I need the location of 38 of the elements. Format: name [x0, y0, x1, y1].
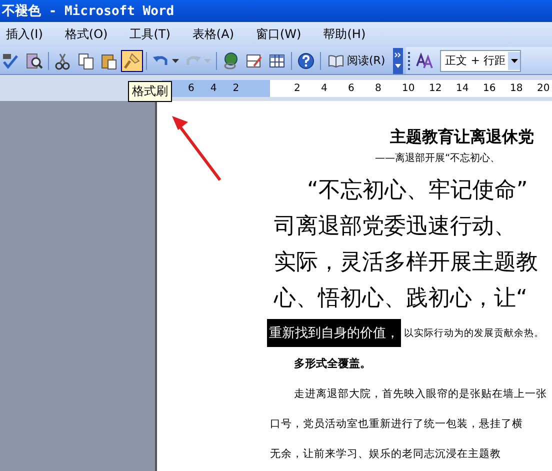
paste-icon: [100, 52, 118, 70]
caret-icon: [204, 58, 211, 62]
section-heading: 多形式全覆盖。: [293, 356, 372, 372]
help-icon: [297, 52, 315, 70]
format-painter-button[interactable]: [121, 50, 143, 72]
cut-icon: [54, 52, 72, 70]
format-painter-icon: [123, 52, 141, 70]
selected-text: 重新找到自身的价值，: [267, 319, 401, 347]
toolbar-grip-icon[interactable]: [408, 52, 412, 70]
menu-item[interactable]: 帮助(H): [323, 26, 366, 43]
table-icon: [268, 52, 286, 70]
research-icon: [25, 52, 43, 70]
body-text: 走进离退部大院，首先映入眼帘的是张贴在墙上一张: [293, 387, 548, 402]
body-text: 司离退部党委迅速行动、: [273, 213, 517, 241]
body-text: 以实际行动为的发展贡献余热。: [404, 326, 544, 340]
style-dropdown[interactable]: 正文 + 行距: [440, 50, 522, 72]
hyperlink-icon: [222, 52, 240, 70]
body-text: 无余，让前来学习、娱乐的老同志沉浸在主题教: [270, 447, 502, 462]
reading-button[interactable]: 阅读(R): [324, 50, 390, 72]
spelling-icon: [2, 52, 20, 70]
menu-item[interactable]: 格式(O): [64, 26, 108, 43]
copy-icon: [77, 52, 95, 70]
document-subtitle: ——离退部开展“不忘初心、: [374, 152, 502, 166]
menu-item[interactable]: 表格(A): [192, 26, 234, 43]
book-icon: [328, 54, 344, 68]
body-text: 实际，灵活多样开展主题教: [273, 249, 539, 277]
toolbar-options-icon[interactable]: [393, 48, 404, 74]
caret-icon: [510, 58, 518, 62]
menu-item[interactable]: 窗口(W): [256, 26, 302, 43]
body-text: 口号，党员活动室也重新进行了统一包装，悬挂了横: [270, 417, 524, 432]
window-title: 不褪色 - Microsoft Word: [2, 2, 174, 20]
document-title: 主题教育让离退休党: [389, 127, 535, 148]
body-text: “不忘初心、牢记使命”: [306, 177, 529, 205]
menu-item[interactable]: 插入(I): [6, 26, 43, 43]
body-text: 心、悟初心、践初心，让“: [272, 285, 528, 313]
tables-borders-icon: [245, 52, 263, 70]
caret-icon: [172, 58, 179, 62]
menu-item[interactable]: 工具(T): [130, 26, 170, 43]
